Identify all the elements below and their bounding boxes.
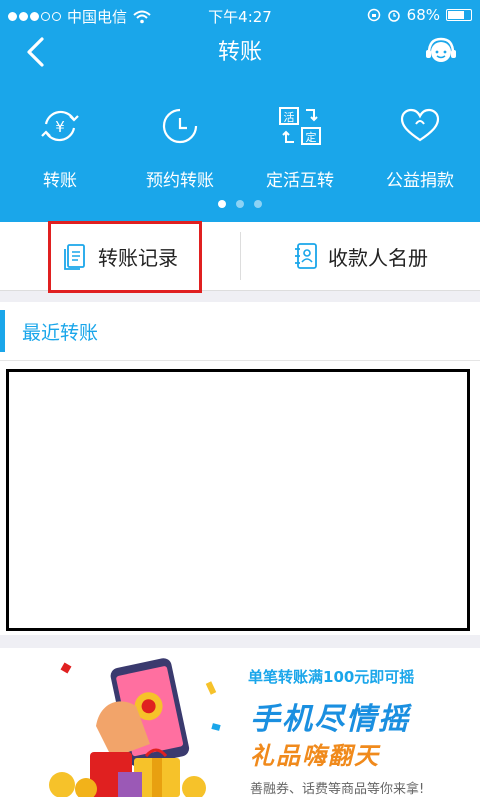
section-accent-bar <box>0 310 5 352</box>
heart-icon <box>400 108 440 142</box>
clock-icon <box>162 108 198 144</box>
page-indicator <box>0 200 480 208</box>
customer-service-icon[interactable] <box>424 35 458 69</box>
quick-action-charity-donation[interactable]: 公益捐款 <box>360 102 480 191</box>
recent-transfers-card: 最近转账 <box>0 302 480 635</box>
ding-char: 定 <box>306 130 317 144</box>
tab-label: 收款人名册 <box>328 245 428 270</box>
alarm-icon <box>387 10 400 22</box>
quick-action-label: 公益捐款 <box>386 171 454 191</box>
section-title: 最近转账 <box>22 322 99 344</box>
header-area: 中国电信 下午4:27 68% 转账 ¥ 转账 预约转账 活 定 定活互转 公益… <box>0 0 480 222</box>
recent-transfers-list <box>6 369 470 631</box>
section-header: 最近转账 <box>0 302 480 361</box>
banner-headline: 手机尽情摇 <box>250 702 410 737</box>
highlight-box <box>48 221 202 293</box>
status-bar: 中国电信 下午4:27 68% <box>0 0 480 30</box>
swap-huo-ding-icon: 活 定 <box>279 107 321 145</box>
battery-percent: 68% <box>406 6 440 24</box>
banner-footnote: 善融券、话费等商品等你来拿! <box>250 782 425 797</box>
contacts-book-icon <box>295 243 317 269</box>
banner-subheadline: 礼品嗨翻天 <box>250 742 380 770</box>
quick-action-scheduled-transfer[interactable]: 预约转账 <box>120 102 240 191</box>
shake-phone-gifts-illustration <box>49 658 221 797</box>
quick-action-fixed-current-swap[interactable]: 活 定 定活互转 <box>240 102 360 191</box>
huo-char: 活 <box>284 111 295 124</box>
yen-symbol: ¥ <box>55 118 65 136</box>
tab-payee-list[interactable]: 收款人名册 <box>240 222 480 290</box>
page-dot <box>254 200 262 208</box>
quick-action-label: 转账 <box>43 171 77 191</box>
page-title: 转账 <box>217 40 262 65</box>
page-dot <box>236 200 244 208</box>
quick-action-transfer[interactable]: ¥ 转账 <box>0 102 120 191</box>
yen-exchange-icon: ¥ <box>41 110 79 142</box>
quick-action-label: 定活互转 <box>266 171 334 191</box>
lock-rotation-icon <box>367 8 380 22</box>
quick-action-label: 预约转账 <box>146 171 214 191</box>
promo-banner[interactable]: 单笔转账满100元即可摇 手机尽情摇 礼品嗨翻天 善融券、话费等商品等你来拿! <box>0 648 480 797</box>
banner-condition-text: 单笔转账满100元即可摇 <box>248 668 415 686</box>
battery-icon <box>446 9 472 21</box>
page-dot <box>218 200 226 208</box>
